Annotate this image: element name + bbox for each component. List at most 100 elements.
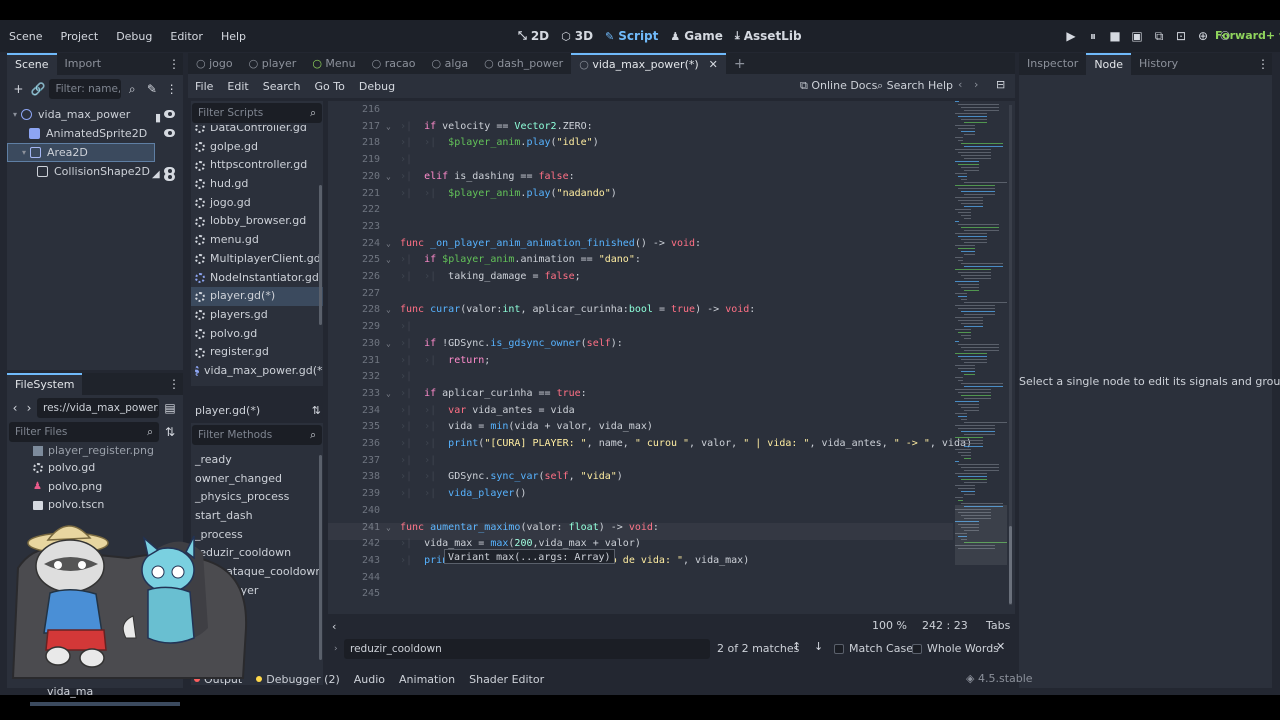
fold-arrow-icon[interactable]: ⌄ <box>386 236 391 253</box>
fold-arrow-icon[interactable]: ⌄ <box>386 336 391 353</box>
minimap-viewport[interactable] <box>955 505 1007 565</box>
search-help-button[interactable]: ⌕ Search Help <box>877 79 953 93</box>
editor-tab-dash-power[interactable]: ○ dash_power <box>476 53 571 75</box>
script-item[interactable]: menu.gd <box>191 231 323 250</box>
menu-help[interactable]: Help <box>212 30 255 43</box>
fold-arrow-icon[interactable]: ⌄ <box>386 169 391 186</box>
dock-menu-icon[interactable]: ⋮ <box>165 55 183 73</box>
script-item[interactable]: polvo.gd <box>191 325 323 344</box>
file-item-partial[interactable]: vida_ma <box>43 685 93 699</box>
forward-icon[interactable]: › <box>23 399 35 417</box>
script-menu-edit[interactable]: Edit <box>220 80 255 93</box>
visibility-icon[interactable] <box>164 110 175 118</box>
tree-node-animatedsprite2d[interactable]: AnimatedSprite2D <box>7 124 183 143</box>
scene-filter-input[interactable]: Filter: name, t:t <box>49 79 121 99</box>
tab-history[interactable]: History <box>1131 53 1186 75</box>
script-item[interactable]: DataController.gd <box>191 125 323 138</box>
sort-icon[interactable]: ⇅ <box>161 423 179 441</box>
filter-scripts-input[interactable]: Filter Scripts ⌕ <box>192 103 322 123</box>
tab-filesystem[interactable]: FileSystem <box>7 373 83 395</box>
script-item[interactable]: vida_max_power.gd(*) <box>191 362 323 381</box>
script-menu-goto[interactable]: Go To <box>308 80 352 93</box>
methods-scrollbar[interactable] <box>319 455 322 660</box>
fold-arrow-icon[interactable]: ⌄ <box>386 302 391 319</box>
method-item[interactable]: _ready <box>191 451 323 470</box>
code-line[interactable]: 229 ›| <box>328 319 948 336</box>
editor-tab-jogo[interactable]: ○ jogo <box>188 53 241 75</box>
file-item[interactable]: player_register.png <box>29 443 183 459</box>
code-line[interactable]: 234 ›| ›| var vida_antes = vida <box>328 403 948 420</box>
movie-maker-icon[interactable]: ⧉ <box>1150 27 1168 45</box>
play-custom-icon[interactable]: ⊕ <box>1194 27 1212 45</box>
online-docs-button[interactable]: ⧉ Online Docs <box>800 79 877 93</box>
method-item[interactable]: _physics_process <box>191 488 323 507</box>
script-menu-search[interactable]: Search <box>256 80 308 93</box>
next-script-icon[interactable]: › <box>974 78 978 91</box>
editor-tab-racao[interactable]: ○ racao <box>364 53 424 75</box>
split-view-icon[interactable]: ▤ <box>161 399 179 417</box>
code-line[interactable]: 219 ›| <box>328 152 948 169</box>
code-line[interactable]: 222 <box>328 202 948 219</box>
find-next-icon[interactable]: ↓ <box>814 640 823 653</box>
script-item[interactable]: MultiplayerClient.gd <box>191 250 323 269</box>
menu-editor[interactable]: Editor <box>161 30 212 43</box>
close-icon[interactable]: ✕ <box>709 58 718 71</box>
close-find-icon[interactable]: ✕ <box>996 640 1005 653</box>
menu-scene[interactable]: Scene <box>0 30 52 43</box>
workspace-3d[interactable]: ⬡ 3D <box>561 29 593 43</box>
filter-files-input[interactable]: Filter Files ⌕ <box>9 422 159 442</box>
code-line[interactable]: 220 ⌄ ›| elif is_dashing == false: <box>328 169 948 186</box>
whole-words-checkbox[interactable]: Whole Words <box>912 642 999 655</box>
sort-icon[interactable]: ⇅ <box>312 404 321 417</box>
match-case-checkbox[interactable]: Match Case <box>834 642 913 655</box>
link-icon[interactable]: 🔗 <box>30 80 47 98</box>
code-line[interactable]: 232 ›| <box>328 369 948 386</box>
file-item[interactable]: polvo.gd <box>29 459 183 478</box>
code-line[interactable]: 228 ⌄ func curar(valor:int, aplicar_curinh… <box>328 302 948 319</box>
code-line[interactable]: 243 ›| prin aximo de vida: ", vida_max) <box>328 553 948 570</box>
more-icon[interactable]: ⋮ <box>163 80 180 98</box>
script-item[interactable]: golpe.gd <box>191 138 323 157</box>
code-line[interactable]: 236 ›| ›| print("[CURA] PLAYER: ", name, … <box>328 436 972 453</box>
tab-node[interactable]: Node <box>1086 53 1132 75</box>
script-item[interactable]: hud.gd <box>191 175 323 194</box>
script-attach-icon[interactable]: ✎ <box>144 80 161 98</box>
workspace-assetlib[interactable]: ⤓ AssetLib <box>735 29 802 43</box>
code-line[interactable]: 223 <box>328 219 948 236</box>
code-line[interactable]: 231 ›| ›| return; <box>328 353 948 370</box>
indent-mode[interactable]: Tabs <box>986 619 1010 632</box>
tab-import[interactable]: Import <box>57 53 110 75</box>
menu-project[interactable]: Project <box>52 30 108 43</box>
fold-arrow-icon[interactable]: ⌄ <box>386 119 391 136</box>
code-line[interactable]: 224 ⌄ func _on_player_anim_animation_finis… <box>328 236 948 253</box>
minimap[interactable] <box>955 101 1007 611</box>
script-item[interactable]: NodeInstantiator.gd <box>191 269 323 288</box>
new-tab-button[interactable]: + <box>726 53 754 75</box>
script-item[interactable]: player.gd(*) <box>191 287 323 306</box>
prev-script-icon[interactable]: ‹ <box>958 78 962 91</box>
visibility-icon[interactable] <box>164 167 175 175</box>
tab-scene[interactable]: Scene <box>7 53 57 75</box>
dock-menu-icon[interactable]: ⋮ <box>165 375 183 393</box>
fold-arrow-icon[interactable]: ⌄ <box>386 386 391 403</box>
toggle-scripts-panel-icon[interactable]: ‹ <box>332 620 336 633</box>
editor-tab-menu[interactable]: ○ Menu <box>304 53 363 75</box>
find-input[interactable]: reduzir_cooldown <box>344 639 710 659</box>
code-line[interactable]: 238 ›| ›| GDSync.sync_var(self, "vida") <box>328 469 948 486</box>
code-line[interactable]: 245 <box>328 586 948 603</box>
collapse-icon[interactable]: ▾ <box>22 143 26 162</box>
code-line[interactable]: 235 ›| ›| vida = min(vida + valor, vida_m… <box>328 419 948 436</box>
tab-inspector[interactable]: Inspector <box>1019 53 1086 75</box>
renderer-select[interactable]: Forward+ ▾ <box>1215 29 1280 42</box>
file-item[interactable]: ♟ polvo.png <box>29 478 183 497</box>
add-node-icon[interactable]: + <box>10 80 27 98</box>
code-line[interactable]: 217 ⌄ ›| if velocity == Vector2.ZERO: <box>328 119 948 136</box>
code-line[interactable]: 239 ›| ›| vida_player() <box>328 486 948 503</box>
tree-node-area2d[interactable]: ▾ Area2D <box>7 143 155 162</box>
code-line[interactable]: 226 ›| ›| taking_damage = false; <box>328 269 948 286</box>
code-line[interactable]: 221 ›| ›| $player_anim.play("nadando") <box>328 186 948 203</box>
code-line[interactable]: 225 ⌄ ›| if $player_anim.animation == "dan… <box>328 252 948 269</box>
collapse-icon[interactable]: ▾ <box>13 105 17 124</box>
tab-animation[interactable]: Animation <box>399 673 455 686</box>
path-field[interactable]: res://vida_max_power.png <box>37 398 159 418</box>
